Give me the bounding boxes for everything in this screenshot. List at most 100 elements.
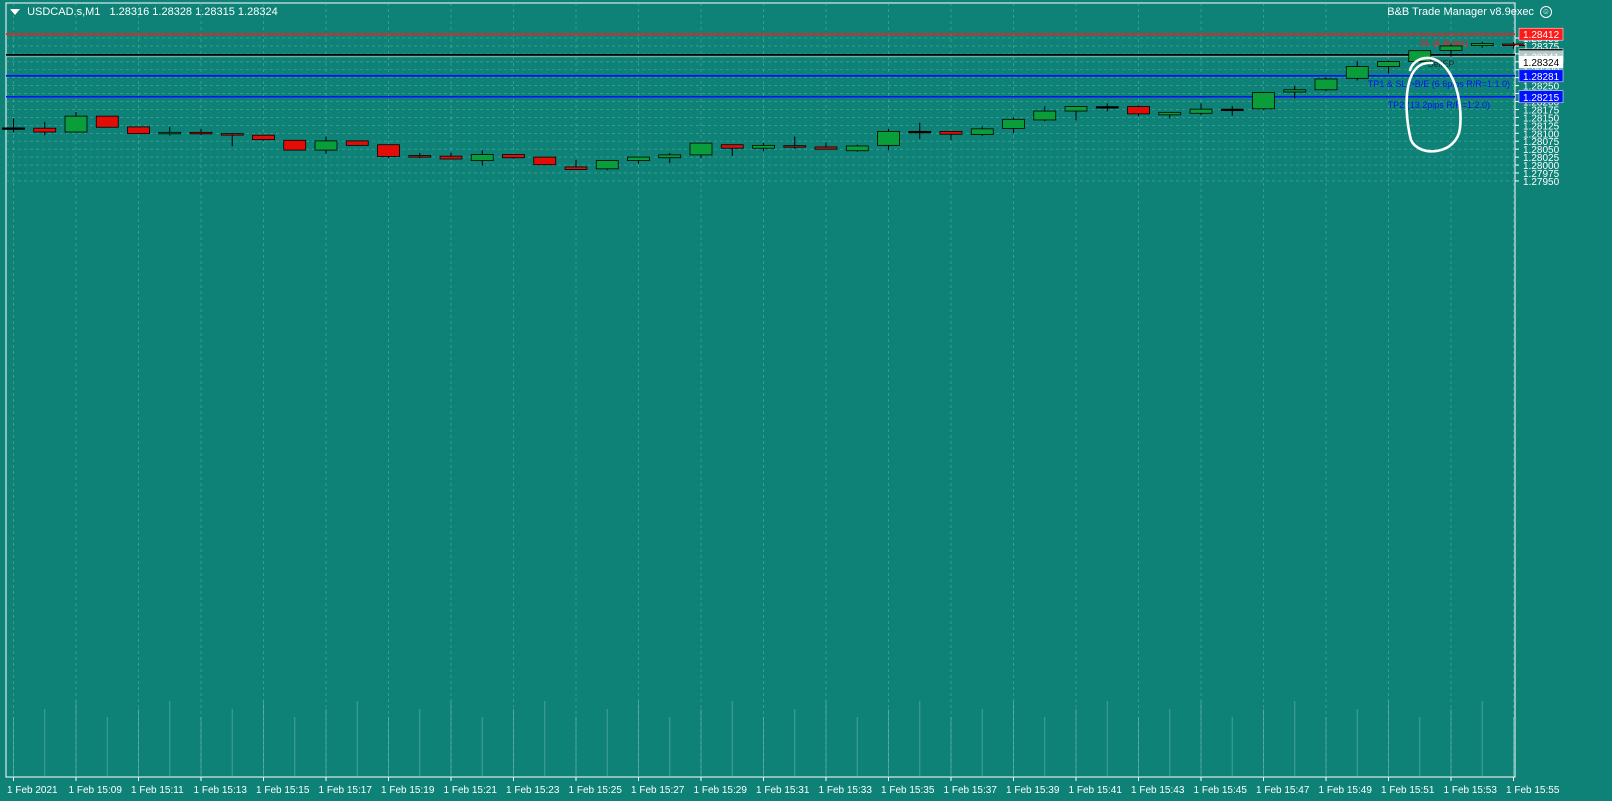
- x-tick-label: 1 Feb 15:09: [69, 785, 123, 796]
- ohlc-values: 1.28316 1.28328 1.28315 1.28324: [109, 6, 278, 18]
- expert-advisor-label[interactable]: B&B Trade Manager v8.9exec ☺: [1387, 6, 1552, 19]
- level-text-tp1: TP1 & SL->B/E (6.6pips R/R=1:1.0): [1368, 79, 1510, 89]
- x-tick-label: 1 Feb 15:47: [1256, 785, 1310, 796]
- chart-header[interactable]: USDCAD.s,M1 1.28316 1.28328 1.28315 1.28…: [10, 6, 278, 18]
- candle-body: [1377, 61, 1400, 67]
- level-text-tp2: TP2 (13.2pips R/R=1:2.0): [1388, 100, 1490, 110]
- y-tick-label: 1.27950: [1523, 177, 1560, 188]
- candle-body: [127, 126, 150, 134]
- x-tick-label: 1 Feb 15:13: [194, 785, 248, 796]
- time-axis[interactable]: 1 Feb 2021 1 Feb 15:09 1 Feb 15:11 1 Feb 15…: [7, 777, 1560, 796]
- candle[interactable]: [845, 144, 869, 152]
- candle-body: [502, 154, 525, 159]
- candle-body: [1470, 42, 1494, 47]
- candle[interactable]: [252, 134, 275, 141]
- candle[interactable]: [502, 154, 525, 159]
- price-tag-tp1-text: 1.28281: [1523, 72, 1560, 83]
- candle-body: [1220, 108, 1244, 112]
- candle-body: [1064, 106, 1088, 112]
- candle-body: [1345, 66, 1369, 79]
- candle[interactable]: [1252, 92, 1275, 110]
- candle-body: [64, 115, 88, 133]
- symbol-label: USDCAD.s,M1: [27, 6, 101, 18]
- x-tick-label: 1 Feb 15:23: [506, 785, 560, 796]
- x-tick-label: 1 Feb 15:51: [1381, 785, 1435, 796]
- candle-body: [314, 140, 338, 151]
- candle[interactable]: [377, 144, 400, 159]
- candle-body: [158, 131, 182, 135]
- candle-body: [627, 156, 650, 161]
- plot-area: [5, 2, 1516, 778]
- candle-body: [1502, 43, 1525, 46]
- x-tick-label: 1 Feb 15:39: [1006, 785, 1060, 796]
- x-tick-label: 1 Feb 2021: [7, 785, 58, 796]
- price-axis[interactable]: 1.284001.283751.283501.283251.283001.282…: [1515, 27, 1564, 188]
- candle[interactable]: [1314, 77, 1338, 92]
- candle[interactable]: [127, 126, 150, 134]
- candlestick-chart[interactable]: SL (6.6pips)SellEPTP1 & SL->B/E (6.6pips…: [0, 0, 1612, 801]
- candle-body: [1158, 111, 1182, 116]
- candle-body: [1002, 118, 1025, 129]
- price-tag-tp2[interactable]: 1.28215: [1518, 90, 1564, 104]
- x-tick-label: 1 Feb 15:55: [1506, 785, 1560, 796]
- candle-body: [814, 146, 838, 150]
- x-tick-label: 1 Feb 15:21: [444, 785, 498, 796]
- candle-body: [939, 130, 963, 135]
- candle-body: [752, 144, 775, 149]
- smiley-icon: ☺: [1540, 6, 1552, 19]
- candle-body: [1189, 108, 1213, 114]
- x-tick-label: 1 Feb 15:19: [381, 785, 435, 796]
- price-tag-sl[interactable]: 1.28412: [1518, 27, 1564, 41]
- candle-body: [252, 134, 275, 141]
- candle-body: [1095, 106, 1119, 109]
- x-tick-label: 1 Feb 15:33: [819, 785, 873, 796]
- x-tick-label: 1 Feb 15:29: [694, 785, 748, 796]
- candle[interactable]: [595, 160, 619, 171]
- candle-body: [564, 166, 588, 170]
- candle-body: [1252, 92, 1275, 110]
- candle-body: [1033, 110, 1057, 121]
- candle[interactable]: [533, 156, 557, 166]
- candle[interactable]: [283, 139, 307, 151]
- candle-body: [533, 156, 557, 166]
- x-tick-label: 1 Feb 15:49: [1319, 785, 1373, 796]
- x-tick-label: 1 Feb 15:41: [1069, 785, 1123, 796]
- price-tag-current-text: 1.28324: [1523, 58, 1560, 69]
- candle-body: [1439, 45, 1463, 51]
- candle-body: [345, 140, 369, 146]
- candle-body: [658, 154, 682, 159]
- x-tick-label: 1 Feb 15:11: [131, 785, 184, 796]
- candle[interactable]: [95, 115, 119, 128]
- candle-body: [470, 154, 494, 161]
- candle-body: [908, 130, 932, 134]
- candle-body: [377, 144, 400, 157]
- candle-body: [439, 155, 463, 160]
- x-tick-label: 1 Feb 15:15: [256, 785, 310, 796]
- expert-name: B&B Trade Manager v8.9exec: [1387, 6, 1534, 18]
- candle-body: [1283, 89, 1307, 93]
- candle-body: [689, 142, 713, 156]
- x-tick-label: 1 Feb 15:45: [1194, 785, 1248, 796]
- candle-body: [783, 145, 807, 148]
- candle-body: [33, 127, 57, 133]
- x-tick-label: 1 Feb 15:17: [319, 785, 373, 796]
- candle[interactable]: [345, 140, 369, 146]
- price-tag-sl-text: 1.28412: [1523, 30, 1560, 41]
- x-tick-label: 1 Feb 15:43: [1131, 785, 1185, 796]
- price-tag-current[interactable]: 1.28324: [1518, 55, 1564, 69]
- candle-body: [845, 145, 869, 152]
- candle-body: [220, 133, 244, 136]
- x-tick-label: 1 Feb 15:35: [881, 785, 935, 796]
- candle-body: [1314, 78, 1338, 91]
- x-tick-label: 1 Feb 15:37: [944, 785, 998, 796]
- x-tick-label: 1 Feb 15:31: [756, 785, 810, 796]
- price-tag-tp1[interactable]: 1.28281: [1518, 69, 1564, 83]
- candle-body: [595, 160, 619, 170]
- candle-body: [189, 131, 213, 135]
- chart-menu-triangle-icon[interactable]: [10, 9, 20, 16]
- x-tick-label: 1 Feb 15:53: [1444, 785, 1498, 796]
- x-tick-label: 1 Feb 15:25: [569, 785, 623, 796]
- candle-body: [720, 144, 744, 149]
- candle-body: [1127, 106, 1150, 115]
- candle-body: [95, 115, 119, 128]
